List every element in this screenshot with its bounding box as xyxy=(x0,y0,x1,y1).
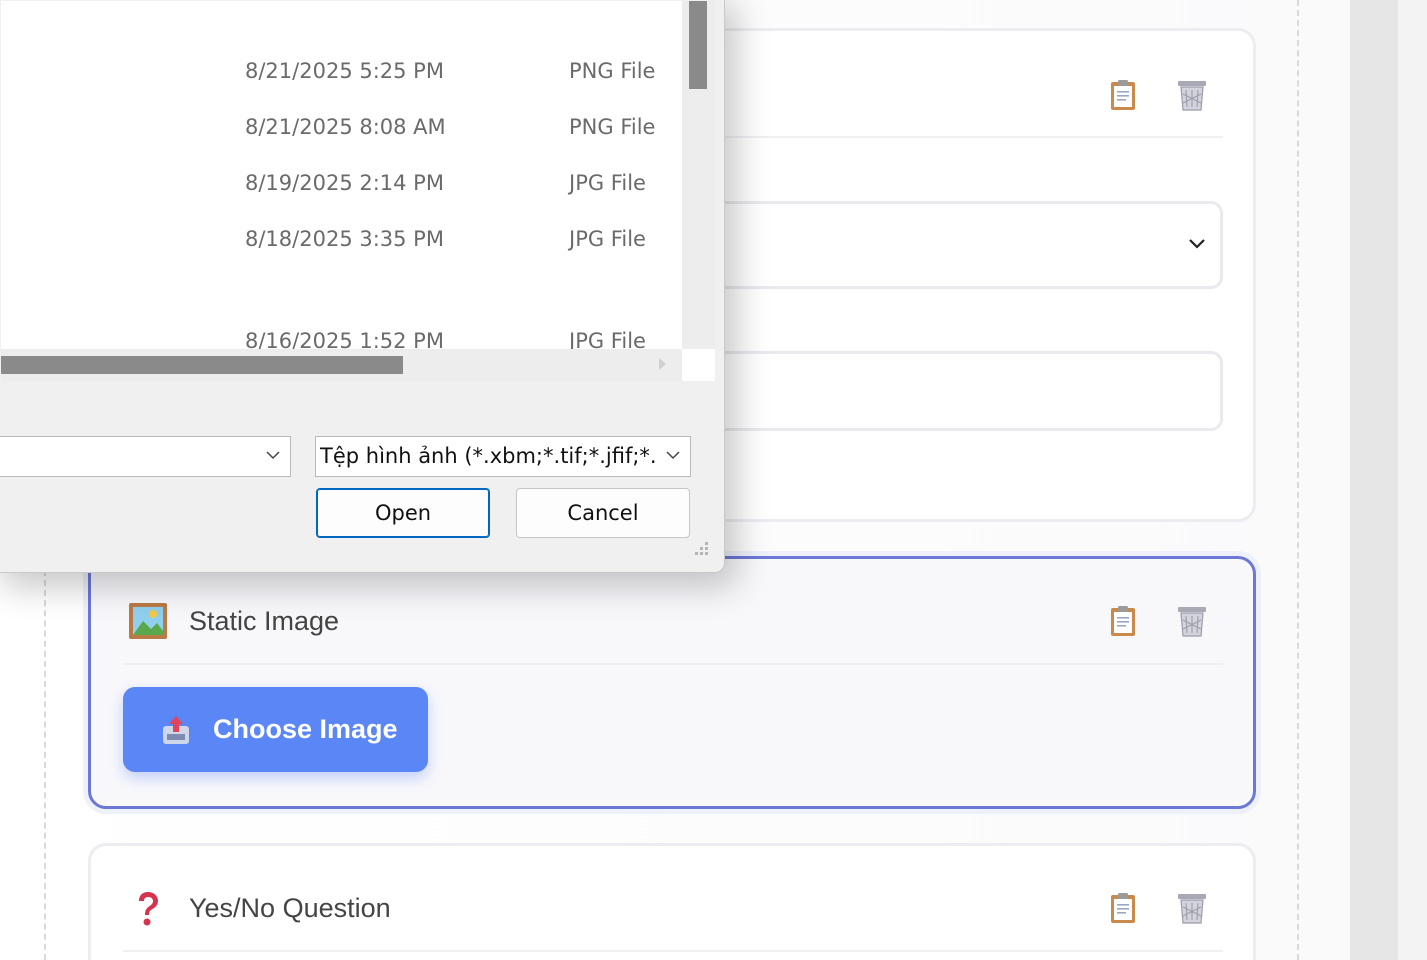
cancel-button[interactable]: Cancel xyxy=(516,488,690,538)
file-date: 8/16/2025 1:52 PM xyxy=(245,329,444,349)
upload-tray-icon xyxy=(163,715,189,744)
copy-button[interactable] xyxy=(1103,601,1143,641)
choose-image-button[interactable]: Choose Image xyxy=(123,687,428,772)
chevron-down-icon[interactable] xyxy=(266,451,280,460)
file-row[interactable]: 8/16/2025 1:52 PM JPG File xyxy=(1,323,682,349)
file-date: 8/19/2025 2:14 PM xyxy=(245,171,444,195)
field-type-select[interactable] xyxy=(691,201,1223,289)
file-type-filter: Tệp hình ảnh (*.xbm;*.tif;*.jfif;*.p xyxy=(320,444,656,468)
clipboard-icon xyxy=(1111,80,1135,110)
open-button[interactable]: Open xyxy=(316,488,490,538)
scroll-right-arrow-icon[interactable] xyxy=(659,358,666,370)
copy-button[interactable] xyxy=(1103,888,1143,928)
scrollbar-corner xyxy=(682,349,715,381)
delete-button[interactable] xyxy=(1172,601,1212,641)
resize-grip-icon[interactable] xyxy=(694,541,710,557)
open-file-dialog: 8/21/2025 5:25 PM PNG File 8/21/2025 8:0… xyxy=(0,0,725,573)
file-row[interactable]: 8/21/2025 5:25 PM PNG File xyxy=(1,53,682,93)
chevron-down-icon xyxy=(1189,239,1205,249)
file-row[interactable]: 8/18/2025 3:35 PM JPG File xyxy=(1,221,682,261)
trash-icon xyxy=(1178,894,1206,924)
clipboard-icon xyxy=(1111,606,1135,636)
clipboard-icon xyxy=(1111,893,1135,923)
drop-zone-border-left xyxy=(44,570,46,960)
page-scrollbar[interactable] xyxy=(1350,0,1398,960)
chevron-down-icon[interactable] xyxy=(666,451,680,460)
card-divider xyxy=(123,950,1223,952)
copy-button[interactable] xyxy=(1103,75,1143,115)
vertical-scrollbar[interactable] xyxy=(682,1,715,349)
trash-icon xyxy=(1178,607,1206,637)
file-list[interactable]: 8/21/2025 5:25 PM PNG File 8/21/2025 8:0… xyxy=(1,1,682,349)
file-type: JPG File xyxy=(569,227,646,251)
file-type: PNG File xyxy=(569,115,656,139)
framed-picture-icon xyxy=(129,603,167,639)
horizontal-scrollbar[interactable] xyxy=(1,349,682,381)
file-date: 8/18/2025 3:35 PM xyxy=(245,227,444,251)
red-question-mark-icon xyxy=(139,892,158,926)
file-type: PNG File xyxy=(569,59,656,83)
file-type-combobox[interactable]: Tệp hình ảnh (*.xbm;*.tif;*.jfif;*.p xyxy=(315,436,691,477)
scroll-thumb[interactable] xyxy=(1,356,403,374)
yes-no-question-card[interactable]: Yes/No Question xyxy=(88,843,1256,960)
scroll-thumb[interactable] xyxy=(689,1,707,89)
card-title: Static Image xyxy=(189,606,340,636)
file-type: JPG File xyxy=(569,171,646,195)
file-type: JPG File xyxy=(569,329,646,349)
file-date: 8/21/2025 8:08 AM xyxy=(245,115,446,139)
field-label-input[interactable] xyxy=(691,351,1223,431)
file-row[interactable]: 8/21/2025 8:08 AM PNG File xyxy=(1,109,682,149)
file-row[interactable]: 8/19/2025 2:14 PM JPG File xyxy=(1,165,682,205)
card-title: Yes/No Question xyxy=(189,893,391,923)
delete-button[interactable] xyxy=(1172,888,1212,928)
drop-zone-border-right xyxy=(1297,0,1299,960)
file-name-combobox[interactable] xyxy=(0,436,291,477)
choose-image-label: Choose Image xyxy=(213,714,398,744)
file-date: 8/21/2025 5:25 PM xyxy=(245,59,444,83)
trash-icon xyxy=(1178,81,1206,111)
card-divider xyxy=(123,663,1223,665)
delete-button[interactable] xyxy=(1172,75,1212,115)
